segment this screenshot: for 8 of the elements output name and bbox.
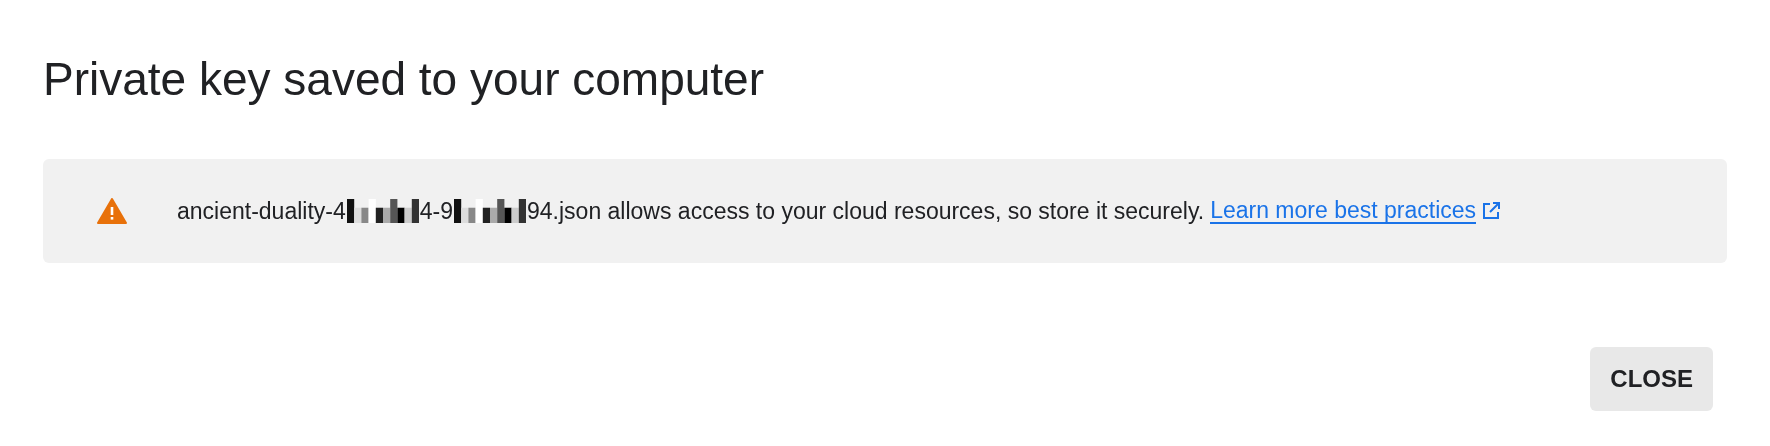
warning-icon — [97, 198, 127, 224]
learn-more-link[interactable]: Learn more best practices — [1210, 198, 1477, 224]
notice-text: 94.json allows access to your cloud resources, so store it securely. — [527, 196, 1205, 226]
redaction-mosaic — [454, 199, 526, 223]
dialog-title: Private key saved to your computer — [43, 52, 765, 107]
notice-text: ancient-duality-4 — [177, 196, 346, 226]
close-button[interactable]: CLOSE — [1590, 347, 1713, 411]
notice-text: 4-9 — [419, 196, 453, 226]
